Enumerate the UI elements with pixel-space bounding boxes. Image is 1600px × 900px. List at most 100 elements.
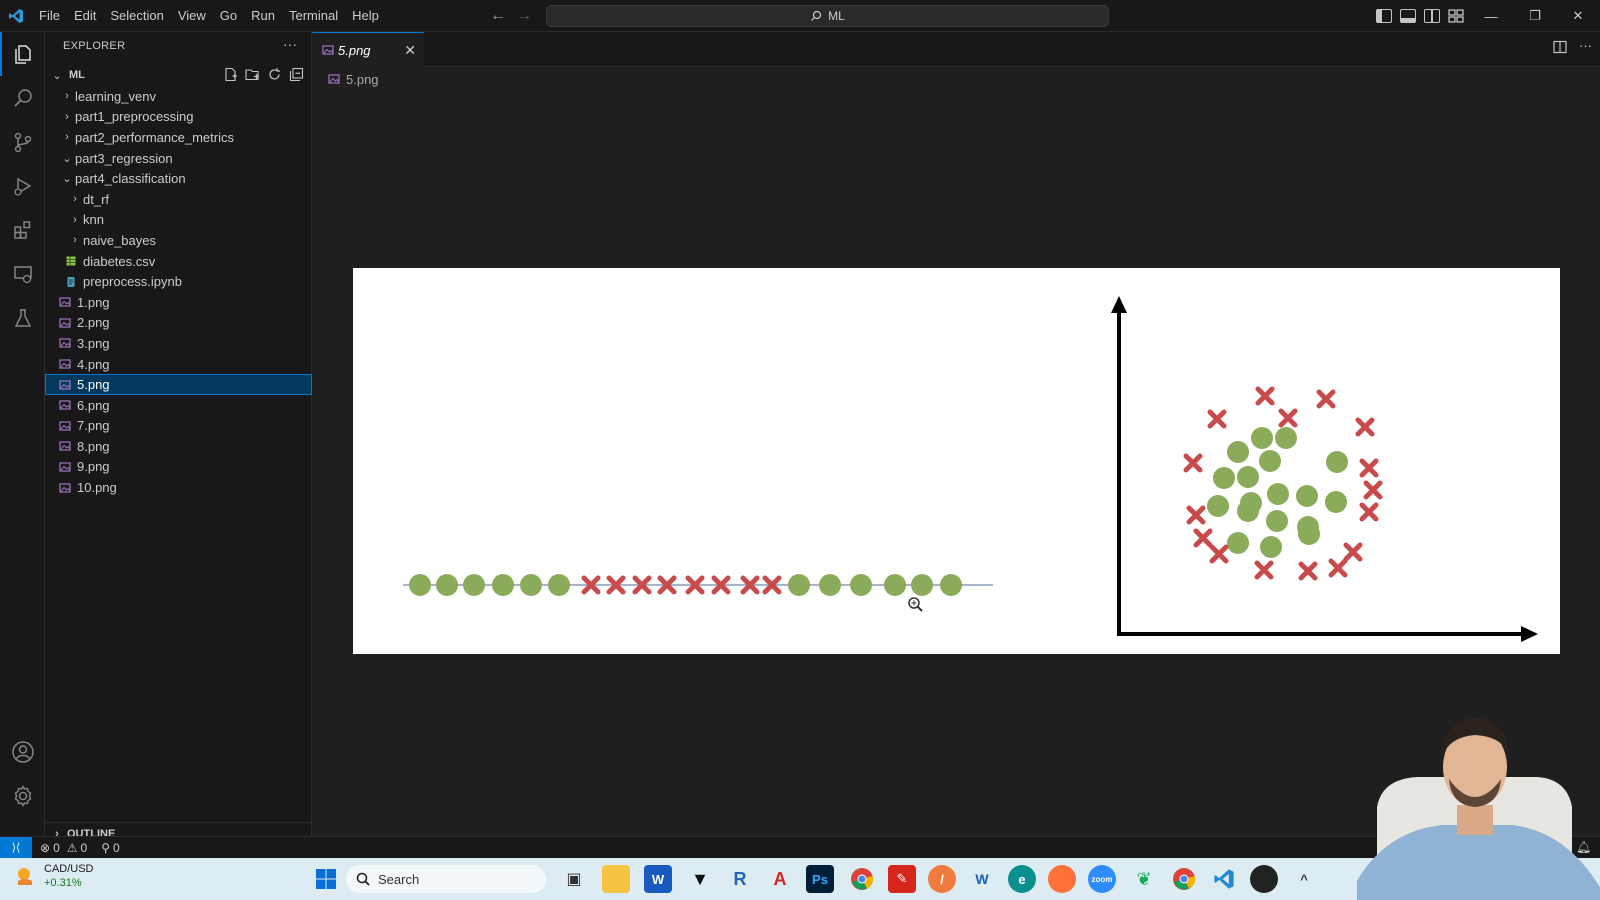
tree-folder[interactable]: › part1_preprocessing	[45, 107, 312, 128]
tree-file[interactable]: diabetes.csv	[45, 251, 312, 272]
more-actions-icon[interactable]: ···	[283, 36, 297, 52]
acrobat-icon[interactable]: ✎	[888, 865, 916, 893]
tree-folder[interactable]: › knn	[45, 210, 312, 231]
tree-file[interactable]: 1.png	[45, 292, 312, 313]
new-file-icon[interactable]	[223, 67, 238, 82]
github-desktop-icon[interactable]	[1250, 865, 1278, 893]
back-arrow-icon[interactable]: ←	[490, 7, 506, 25]
source-control-icon[interactable]	[0, 120, 45, 164]
class-circle-point	[436, 574, 458, 596]
menu-selection[interactable]: Selection	[103, 0, 170, 32]
writer-icon[interactable]: W	[968, 865, 996, 893]
restore-icon[interactable]: ❐	[1513, 0, 1557, 32]
tree-file[interactable]: 9.png	[45, 457, 312, 478]
history-nav: ← →	[490, 0, 532, 32]
remote-explorer-icon[interactable]	[0, 252, 45, 296]
minimize-icon[interactable]: —	[1469, 0, 1513, 32]
menu-terminal[interactable]: Terminal	[282, 0, 345, 32]
widgets-button[interactable]: CAD/USD +0.31%	[12, 862, 94, 890]
menu-edit[interactable]: Edit	[67, 0, 103, 32]
chevron-down-icon: ⌄	[62, 173, 72, 186]
class-circle-point	[819, 574, 841, 596]
tree-file[interactable]: 4.png	[45, 354, 312, 375]
class-circle-point	[1237, 466, 1259, 488]
tree-folder[interactable]: › dt_rf	[45, 189, 312, 210]
tree-item-label: 2.png	[77, 315, 110, 331]
refresh-icon[interactable]	[267, 67, 282, 82]
explorer-icon[interactable]	[0, 32, 45, 76]
mongodb-icon[interactable]: ❦	[1130, 865, 1158, 893]
tree-folder[interactable]: › part2_performance_metrics	[45, 127, 312, 148]
tree-folder[interactable]: › learning_venv	[45, 86, 312, 107]
vscode-logo-icon	[0, 0, 32, 32]
search-icon	[811, 10, 822, 21]
sketch-app-icon[interactable]: /	[928, 865, 956, 893]
new-folder-icon[interactable]	[245, 67, 260, 82]
image-preview[interactable]	[353, 268, 1560, 654]
search-icon[interactable]	[0, 76, 45, 120]
menu-run[interactable]: Run	[244, 0, 282, 32]
tree-file[interactable]: 10.png	[45, 477, 312, 498]
file-explorer-icon[interactable]	[602, 865, 630, 893]
start-windows-icon[interactable]	[312, 865, 340, 893]
breadcrumb-file[interactable]: 5.png	[346, 72, 379, 87]
taskbar-search[interactable]: Search	[346, 865, 546, 893]
chrome-icon[interactable]	[848, 865, 876, 893]
extensions-icon[interactable]	[0, 208, 45, 252]
photoshop-icon[interactable]: Ps	[806, 865, 834, 893]
forward-arrow-icon[interactable]: →	[516, 7, 532, 25]
close-window-icon[interactable]: ✕	[1556, 0, 1600, 32]
word-icon[interactable]: W	[644, 865, 672, 893]
tree-file[interactable]: 2.png	[45, 313, 312, 334]
chevron-up-icon[interactable]: ^	[1290, 865, 1318, 893]
menu-file[interactable]: File	[32, 0, 67, 32]
class-circle-point	[1298, 523, 1320, 545]
tab-5-png[interactable]: 5.png ✕	[312, 32, 424, 67]
tree-folder[interactable]: ⌄ part4_classification	[45, 168, 312, 189]
customize-layout-icon[interactable]	[1448, 9, 1464, 23]
firefox-icon[interactable]	[1048, 865, 1076, 893]
editor-more-icon[interactable]: ···	[1579, 39, 1592, 54]
tree-file[interactable]: 3.png	[45, 333, 312, 354]
zoom-icon[interactable]: zoom	[1088, 865, 1116, 893]
workspace-root[interactable]: ⌄ ML	[45, 65, 312, 85]
class-cross-point	[1328, 558, 1348, 578]
tree-file[interactable]: 6.png	[45, 395, 312, 416]
remote-indicator-icon[interactable]: ⟩⟨	[0, 836, 32, 859]
r-studio-icon[interactable]: R	[726, 865, 754, 893]
vscode-taskbar-icon[interactable]	[1210, 865, 1238, 893]
tree-item-label: learning_venv	[75, 88, 156, 104]
autocad-icon[interactable]: A	[766, 865, 794, 893]
zoom-cursor-icon	[908, 597, 923, 612]
vectorworks-icon[interactable]: ▼	[686, 865, 714, 893]
settings-gear-icon[interactable]	[0, 774, 45, 818]
menu-view[interactable]: View	[171, 0, 213, 32]
chrome-profile-icon[interactable]	[1170, 865, 1198, 893]
tree-file[interactable]: preprocess.ipynb	[45, 271, 312, 292]
chevron-down-icon: ⌄	[52, 69, 62, 82]
split-editor-icon[interactable]	[1553, 40, 1567, 54]
run-debug-icon[interactable]	[0, 164, 45, 208]
class-circle-point	[520, 574, 542, 596]
menu-help[interactable]: Help	[345, 0, 386, 32]
ports-indicator[interactable]: ⚲ 0	[101, 841, 119, 855]
tree-file[interactable]: 8.png	[45, 436, 312, 457]
tree-file[interactable]: 7.png	[45, 416, 312, 437]
collapse-all-icon[interactable]	[289, 67, 304, 82]
task-view-icon[interactable]: ▣	[560, 865, 588, 893]
tree-folder[interactable]: ⌄ part3_regression	[45, 148, 312, 169]
tree-item-label: part1_preprocessing	[75, 109, 194, 125]
close-tab-icon[interactable]: ✕	[404, 42, 416, 59]
accounts-icon[interactable]	[0, 730, 45, 774]
command-center-search[interactable]: ML	[546, 5, 1109, 27]
tree-file[interactable]: 5.png	[45, 374, 312, 395]
edge-icon[interactable]: e	[1008, 865, 1036, 893]
toggle-panel-icon[interactable]	[1400, 9, 1416, 23]
problems-indicator[interactable]: ⊗ 0 ⚠ 0	[40, 841, 87, 855]
testing-icon[interactable]	[0, 296, 45, 340]
tree-folder[interactable]: › naive_bayes	[45, 230, 312, 251]
toggle-secondary-sidebar-icon[interactable]	[1424, 9, 1440, 23]
menu-go[interactable]: Go	[213, 0, 244, 32]
toggle-primary-sidebar-icon[interactable]	[1376, 9, 1392, 23]
class-circle-point	[1275, 427, 1297, 449]
